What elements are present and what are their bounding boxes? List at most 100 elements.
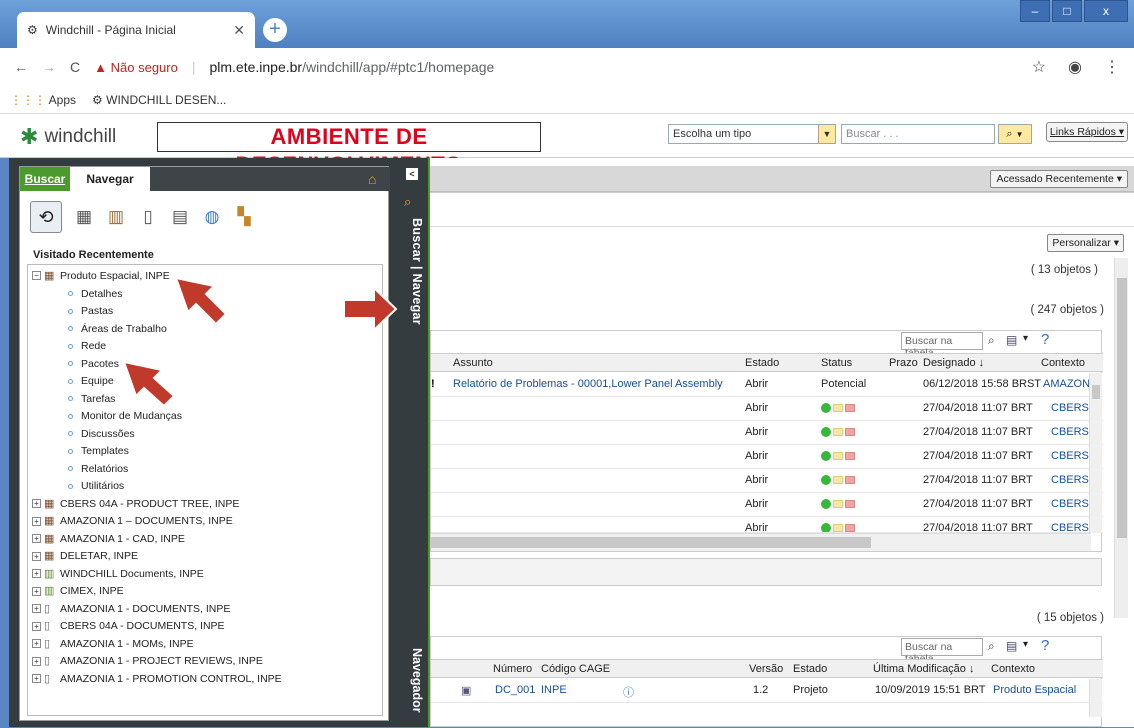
history-icon[interactable]: ⟲ [30,201,62,233]
organization-icon[interactable]: ◍ [202,207,222,227]
tree-item[interactable]: + ▯ AMAZONIA 1 - DOCUMENTS, INPE [32,600,230,617]
close-tab-icon[interactable]: ✕ [233,22,245,39]
strip-navigator-label[interactable]: Navegador [400,648,424,728]
column-header[interactable]: Código CAGE [541,663,610,675]
tree-item[interactable]: + ▯ AMAZONIA 1 - MOMs, INPE [32,635,194,652]
tree-subitem[interactable]: Templates [68,443,129,460]
quick-links-button[interactable]: Links Rápidos ▾ [1046,122,1128,142]
tree-subitem[interactable]: Áreas de Trabalho [68,320,167,337]
expand-icon[interactable]: + [32,586,41,596]
tree-item[interactable]: + ▥ CIMEX, INPE [32,583,124,600]
help-icon[interactable]: ? [1041,637,1049,654]
expand-icon[interactable]: + [32,499,41,508]
menu-icon[interactable]: ⋮ [1104,57,1120,77]
back-icon[interactable]: ← [14,59,28,75]
tab-search[interactable]: Buscar [20,167,70,191]
table-row[interactable]: Abrir 27/04/2018 11:07 BRT CBERS 0 [431,445,1103,469]
search-button[interactable]: ⌕ ▼ [998,124,1032,144]
tab-browse[interactable]: Navegar [70,167,150,191]
sites-icon[interactable]: ▚ [234,207,254,227]
column-header[interactable]: Estado [793,663,827,675]
search-icon[interactable]: ⌕ [988,639,995,654]
column-header[interactable]: Número [493,663,532,675]
context-link[interactable]: AMAZON [1043,378,1090,390]
expand-icon[interactable]: + [32,656,41,666]
tree-item[interactable]: + ▦ AMAZONIA 1 – DOCUMENTS, INPE [32,513,233,530]
expand-icon[interactable]: + [32,621,41,631]
tree-subitem[interactable]: Rede [68,338,106,355]
recently-accessed-dropdown[interactable]: Acessado Recentemente ▾ [990,170,1128,188]
table-view-icon[interactable]: ▤ [1006,333,1017,347]
tree-subitem[interactable]: Discussões [68,425,135,442]
minimize-button[interactable]: – [1020,0,1050,22]
column-header[interactable]: Última Modificação ↓ [873,663,974,675]
table-row[interactable]: ▣ DC_001 INPE ⓘ 1.2 Projeto 10/09/2019 1… [431,679,1103,703]
collapse-panel-icon[interactable]: < [406,168,418,180]
column-header[interactable]: Contexto [991,663,1035,675]
customize-button[interactable]: Personalizar ▾ [1047,234,1124,252]
table-view-icon[interactable]: ▤ [1006,639,1017,653]
calculator-icon[interactable]: ▤ [170,207,190,227]
tree-subitem[interactable]: Utilitários [68,478,124,495]
bookmark-windchill[interactable]: ⚙ WINDCHILL DESEN... [92,93,226,107]
table-row[interactable]: Abrir 27/04/2018 11:07 BRT CBERS 0 [431,469,1103,493]
number-link[interactable]: DC_001 [495,684,535,696]
reload-icon[interactable]: C [70,59,80,75]
table-row[interactable]: Abrir 27/04/2018 11:07 BRT CBERS 0 [431,397,1103,421]
column-header[interactable]: Designado ↓ [923,357,984,369]
tree-item[interactable]: + ▯ AMAZONIA 1 - PROJECT REVIEWS, INPE [32,653,263,670]
vertical-scrollbar[interactable] [1089,679,1102,717]
column-header[interactable]: Prazo [889,357,918,369]
browser-tab[interactable]: ⚙ Windchill - Página Inicial ✕ [17,12,255,48]
info-icon[interactable]: ⓘ [623,684,634,700]
table-search-input[interactable]: Buscar na tabela [901,332,983,359]
home-icon[interactable]: ⌂ [368,171,376,187]
column-header[interactable]: Status [821,357,852,369]
clipboard-icon[interactable]: ▯ [138,207,158,227]
expand-icon[interactable]: + [32,569,41,578]
tree-item[interactable]: + ▦ DELETAR, INPE [32,548,138,565]
search-icon[interactable]: ⌕ [988,333,995,348]
url-field[interactable]: plm.ete.inpe.br/windchill/app/#ptc1/home… [209,59,494,75]
expand-icon[interactable]: + [32,604,41,613]
table-row[interactable]: ! Relatório de Problemas - 00001,Lower P… [431,373,1103,397]
chevron-down-icon[interactable]: ▾ [1023,333,1028,344]
maximize-button[interactable]: □ [1052,0,1082,22]
star-icon[interactable]: ☆ [1032,57,1046,77]
search-icon[interactable]: ⌕ [404,194,411,210]
column-header[interactable]: Estado [745,357,779,369]
tree-subitem[interactable]: Pastas [68,303,113,320]
table-row[interactable]: Abrir 27/04/2018 11:07 BRT CBERS 0 [431,517,1103,533]
tree-item[interactable]: + ▦ AMAZONIA 1 - CAD, INPE [32,530,185,547]
tree-subitem[interactable]: Detalhes [68,285,122,302]
strip-search-browse-label[interactable]: Buscar | Navegar [400,218,424,338]
tree-item[interactable]: + ▦ CBERS 04A - PRODUCT TREE, INPE [32,495,239,512]
horizontal-scrollbar[interactable] [431,533,1091,551]
tree-subitem[interactable]: Pacotes [68,355,119,372]
expand-icon[interactable]: + [32,534,41,543]
collapse-icon[interactable]: − [32,271,41,280]
search-input[interactable]: Buscar . . . [841,124,995,144]
type-select[interactable]: Escolha um tipo ▼ [668,124,836,144]
tree-item[interactable]: + ▯ AMAZONIA 1 - PROMOTION CONTROL, INPE [32,670,282,687]
tree-subitem[interactable]: Tarefas [68,390,115,407]
vertical-scrollbar[interactable] [1089,373,1102,533]
new-tab-button[interactable]: + [263,18,287,42]
tree-subitem[interactable]: Equipe [68,373,114,390]
context-link[interactable]: Produto Espacial [993,684,1076,696]
subject-link[interactable]: Relatório de Problemas - 00001,Lower Pan… [453,378,723,390]
table-row[interactable]: Abrir 27/04/2018 11:07 BRT CBERS 0 [431,421,1103,445]
expand-icon[interactable]: + [32,551,41,561]
column-header[interactable]: Contexto [1041,357,1085,369]
table-search-input[interactable]: Buscar na tabela [901,638,983,665]
library-icon[interactable]: ▥ [106,207,126,227]
tree-item[interactable]: + ▯ CBERS 04A - DOCUMENTS, INPE [32,618,225,635]
tree-subitem[interactable]: Relatórios [68,460,128,477]
page-scrollbar[interactable] [1114,258,1128,618]
windchill-logo[interactable]: ✱ windchill [20,124,116,150]
chevron-down-icon[interactable]: ▾ [1023,639,1028,650]
bookmark-apps[interactable]: ⋮⋮⋮ Apps [10,93,76,107]
table-row[interactable]: Abrir 27/04/2018 11:07 BRT CBERS 0 [431,493,1103,517]
forward-icon[interactable]: → [42,59,56,75]
profile-icon[interactable]: ◉ [1068,57,1082,77]
